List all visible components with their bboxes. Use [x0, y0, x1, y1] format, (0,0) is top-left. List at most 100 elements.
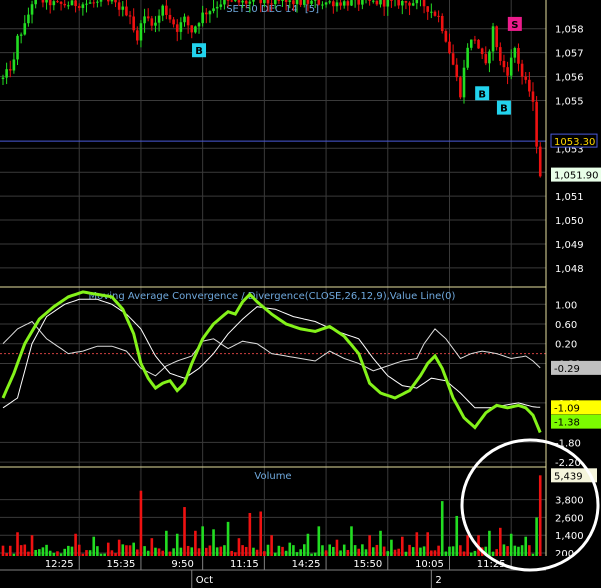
volume-bar — [208, 545, 212, 556]
volume-bar — [154, 547, 157, 556]
candle-body — [212, 8, 215, 12]
volume-last-value: 5,439 — [554, 471, 583, 482]
candle-body — [63, 3, 67, 6]
volume-bar — [266, 544, 270, 556]
candle-body — [466, 47, 469, 68]
candle-body — [273, 0, 277, 5]
candle-body — [226, 0, 230, 1]
macd-value-label: -0.29 — [554, 364, 580, 375]
candle-body — [67, 5, 70, 7]
time-axis: 12:25 15:35 9:50 11:15 14:25 15:50 10:05 11:25O… — [0, 556, 601, 588]
candle-body — [480, 48, 484, 55]
candle-body — [310, 0, 313, 4]
trading-chart: SET50 DEC 14 [5] BBBS Moving Average Con… — [0, 0, 601, 588]
candle-body — [469, 39, 473, 48]
volume-bar — [52, 552, 56, 556]
candle-body — [422, 0, 426, 7]
volume-bar — [528, 545, 531, 556]
candle-body — [114, 0, 117, 3]
volume-bar — [469, 552, 473, 556]
volume-bar — [219, 546, 223, 556]
price-level-value: 1053.30 — [554, 137, 595, 148]
volume-bar — [63, 548, 67, 556]
volume-bar — [56, 551, 59, 556]
volume-bar — [237, 538, 241, 556]
volume-bar — [38, 549, 41, 556]
candle-body — [186, 16, 190, 26]
volume-bar — [85, 550, 88, 556]
volume-bar — [168, 551, 172, 556]
candle-body — [128, 15, 132, 17]
candle-body — [488, 51, 491, 64]
volume-bar — [114, 553, 117, 556]
volume-bar — [379, 530, 382, 556]
candle-body — [346, 1, 350, 6]
candle-body — [491, 26, 495, 52]
volume-bar — [263, 551, 266, 556]
volume-bar — [234, 552, 237, 556]
volume-bar — [157, 548, 161, 556]
macd-lines — [0, 290, 546, 434]
volume-bar — [346, 549, 350, 556]
volume-bar — [328, 544, 331, 556]
candle-body — [459, 77, 462, 98]
candle-body — [208, 11, 212, 15]
candle-body — [1, 77, 5, 79]
volume-bar — [139, 490, 143, 556]
candle-body — [342, 1, 346, 6]
volume-bar — [1, 545, 5, 556]
candle-body — [401, 0, 404, 6]
volume-bar — [375, 544, 379, 556]
volume-bar — [30, 535, 34, 556]
volume-bar — [517, 546, 520, 556]
volume-bar — [466, 535, 469, 556]
volume-bar — [520, 545, 524, 556]
volume-bar — [397, 548, 400, 556]
volume-bar — [8, 545, 12, 556]
candle-body — [281, 0, 284, 2]
time-axis-label: 12:25 — [45, 559, 74, 570]
candle-body — [302, 0, 306, 5]
candle-body — [440, 15, 444, 32]
volume-bar — [241, 545, 244, 556]
volume-bar — [165, 530, 168, 556]
candle-body — [197, 23, 201, 27]
volume-bar — [16, 532, 19, 556]
value-axis-tick-label: 1,055 — [555, 96, 584, 107]
volume-bar — [411, 547, 415, 556]
date-axis-label: 2 — [435, 575, 441, 586]
volume-bar — [509, 533, 513, 556]
volume-bar — [121, 544, 125, 556]
volume-bar — [353, 545, 357, 556]
volume-bar — [273, 552, 277, 556]
candle-body — [30, 4, 34, 15]
candle-body — [27, 14, 30, 24]
candle-body — [411, 3, 415, 6]
candle-body — [357, 0, 361, 5]
volume-bar — [495, 549, 498, 556]
volume-bar — [12, 553, 16, 556]
volume-bar — [248, 512, 252, 556]
candle-body — [241, 0, 244, 3]
candle-body — [506, 67, 509, 76]
candle-body — [502, 60, 506, 68]
candle-body — [386, 0, 390, 7]
candle-body — [368, 0, 371, 1]
candle-body — [535, 101, 538, 147]
volume-bar — [70, 546, 74, 556]
candle-body — [150, 18, 154, 26]
volume-bar — [386, 551, 390, 556]
macd-panel: Moving Average Convergence / Divergence(… — [0, 290, 546, 434]
candle-body — [219, 4, 223, 7]
volume-bar — [161, 550, 165, 556]
volume-panel: Volume — [1, 471, 542, 556]
volume-bar — [288, 542, 292, 556]
macd-histogram-line — [2, 320, 541, 377]
candle-body — [223, 0, 226, 5]
volume-bar — [513, 545, 517, 556]
volume-bar — [59, 553, 63, 556]
candle-body — [19, 34, 23, 36]
volume-bar — [422, 546, 426, 556]
candle-body — [172, 19, 175, 25]
candle-body — [45, 0, 48, 3]
